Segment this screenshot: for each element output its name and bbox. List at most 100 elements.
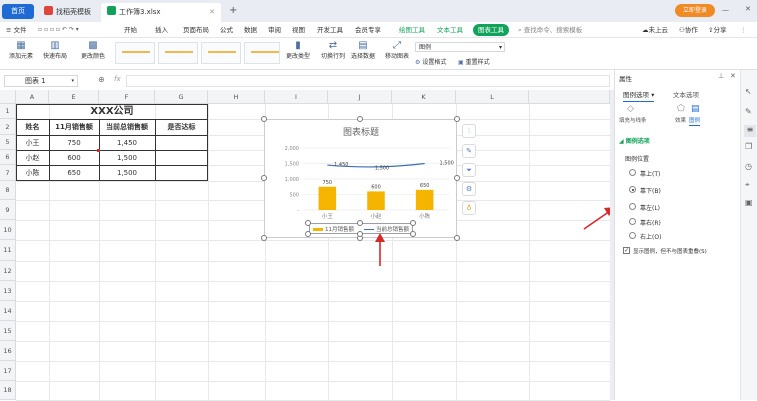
legend-position-radio[interactable] — [629, 232, 636, 239]
effects-icon[interactable]: ⬠ — [677, 104, 685, 114]
reset-style-button[interactable]: ▣ 重置样式 — [458, 57, 490, 66]
table-cell[interactable]: 小陈 — [16, 166, 49, 180]
chart-style-4[interactable] — [244, 42, 280, 64]
row-header[interactable]: 6 — [0, 150, 16, 165]
menu-view[interactable]: 视图 — [292, 24, 305, 36]
header-cell[interactable]: 当前总销售额 — [99, 120, 155, 135]
resize-handle[interactable] — [454, 235, 460, 241]
resize-handle[interactable] — [410, 220, 416, 226]
table-cell[interactable]: 1,500 — [99, 166, 155, 180]
fx-icon[interactable]: fx — [114, 75, 121, 83]
tab-text-options[interactable]: 文本选项 — [673, 89, 699, 99]
close-window-icon[interactable]: ✕ — [745, 5, 751, 13]
menu-page-layout[interactable]: 页面布局 — [183, 24, 209, 36]
tab-legend-options[interactable]: 图例选项 ▾ — [623, 89, 655, 102]
chart-title[interactable]: 图表标题 — [343, 126, 379, 138]
minimize-icon[interactable]: — — [722, 6, 729, 14]
row-header[interactable]: 18 — [0, 381, 16, 400]
menu-data[interactable]: 数据 — [244, 24, 257, 36]
fill-line-icon[interactable]: ◇ — [627, 104, 634, 114]
subtab-effects[interactable]: 效果 — [675, 116, 686, 124]
table-cell[interactable]: 600 — [49, 151, 99, 165]
change-type-button[interactable]: ▮ 更改类型 — [285, 40, 311, 60]
menu-formula[interactable]: 公式 — [220, 24, 233, 36]
table-title[interactable]: XXX公司 — [16, 104, 208, 119]
tab-workbook[interactable]: 工作簿3.xlsx ✕ — [101, 3, 221, 22]
menu-home[interactable]: 开始 — [124, 24, 137, 36]
row-header[interactable]: 16 — [0, 341, 16, 361]
legend-overlap-checkbox[interactable]: ✓ — [623, 247, 630, 254]
table-cell[interactable]: 750 — [49, 136, 99, 150]
subtab-fill-line[interactable]: 填充与线条 — [619, 116, 647, 124]
chart-style-icon[interactable]: ✎ — [462, 144, 476, 158]
menu-member[interactable]: 会员专享 — [355, 24, 381, 36]
row-header[interactable]: 2 — [0, 119, 16, 135]
subtab-legend[interactable]: 图例 — [689, 116, 701, 126]
legend-position-radio[interactable] — [629, 169, 636, 176]
row-header[interactable]: 8 — [0, 181, 16, 200]
table-cell[interactable]: 1,500 — [99, 151, 155, 165]
chart-filter-icon[interactable]: ⏷ — [462, 163, 476, 177]
resize-handle[interactable] — [454, 116, 460, 122]
menu-chart-tools[interactable]: 图表工具 — [473, 24, 509, 36]
legend-position-radio[interactable] — [629, 186, 636, 193]
row-header[interactable]: 5 — [0, 135, 16, 150]
table-cell[interactable]: 1,450 — [99, 136, 155, 150]
resize-handle[interactable] — [261, 116, 267, 122]
legend-tab-icon[interactable]: ▤ — [691, 104, 700, 114]
header-cell[interactable]: 姓名 — [16, 120, 49, 135]
menu-review[interactable]: 审阅 — [268, 24, 281, 36]
collab-button[interactable]: ⚇协作 — [679, 24, 698, 36]
login-button[interactable]: 立即登录 — [675, 4, 715, 17]
resize-handle[interactable] — [305, 231, 311, 237]
chart-style-3[interactable] — [201, 42, 241, 64]
location-icon[interactable]: ⌖ — [745, 180, 750, 190]
row-header[interactable]: 9 — [0, 200, 16, 220]
resize-handle[interactable] — [357, 116, 363, 122]
section-legend-options[interactable]: ◢ 图例选项 — [619, 136, 650, 145]
close-icon[interactable]: ✕ — [209, 3, 215, 22]
chart-settings-icon[interactable]: ⚙ — [462, 182, 476, 196]
col-header[interactable]: G — [155, 90, 208, 104]
pin-icon[interactable]: ⊥ — [718, 72, 724, 80]
chart-elements-icon[interactable]: ⫶ — [462, 124, 476, 138]
chart-element-select[interactable]: 图例 ▾ — [415, 42, 505, 52]
table-cell[interactable]: 小王 — [16, 136, 49, 150]
change-color-button[interactable]: ▩ 更改颜色 — [78, 40, 108, 60]
menu-insert[interactable]: 插入 — [155, 24, 168, 36]
row-header[interactable]: 7 — [0, 165, 16, 181]
properties-icon[interactable]: ≡ — [744, 125, 756, 137]
select-data-button[interactable]: ▤ 选择数据 — [350, 40, 376, 60]
menu-developer[interactable]: 开发工具 — [317, 24, 343, 36]
row-header[interactable]: 17 — [0, 361, 16, 381]
table-cell[interactable]: 650 — [49, 166, 99, 180]
row-header[interactable]: 13 — [0, 281, 16, 301]
select-all-corner[interactable] — [0, 90, 16, 104]
legend-position-radio[interactable] — [629, 218, 636, 225]
resize-handle[interactable] — [454, 175, 460, 181]
tab-home[interactable]: 首页 — [2, 4, 34, 19]
cloud-status[interactable]: ☁未上云 — [642, 24, 668, 36]
chart-style-1[interactable] — [115, 42, 155, 64]
panel-close-icon[interactable]: ✕ — [730, 72, 736, 80]
menu-file[interactable]: ≡ 文件 — [6, 24, 27, 36]
col-header[interactable]: A — [16, 90, 49, 104]
table-cell[interactable]: 小赵 — [16, 151, 49, 165]
edit-icon[interactable]: ✎ — [745, 107, 752, 116]
resize-handle[interactable] — [357, 231, 363, 237]
col-header[interactable]: J — [328, 90, 392, 104]
menu-text-tools[interactable]: 文本工具 — [437, 24, 463, 36]
move-chart-button[interactable]: ⤢ 移动图表 — [383, 40, 411, 60]
quick-layout-button[interactable]: ▥ 快速布局 — [40, 40, 70, 60]
col-header[interactable]: H — [208, 90, 265, 104]
sheet-scrollbar[interactable] — [610, 90, 614, 400]
name-box[interactable]: 图表 1 ▾ — [4, 75, 78, 87]
add-element-button[interactable]: ▦ 添加元素 — [6, 40, 36, 60]
header-cell[interactable]: 是否达标 — [155, 120, 208, 135]
pointer-icon[interactable]: ↖ — [745, 87, 752, 96]
resize-handle[interactable] — [261, 175, 267, 181]
col-header[interactable]: L — [456, 90, 529, 104]
resize-handle[interactable] — [410, 231, 416, 237]
col-header[interactable]: E — [49, 90, 99, 104]
row-header[interactable]: 14 — [0, 301, 16, 321]
